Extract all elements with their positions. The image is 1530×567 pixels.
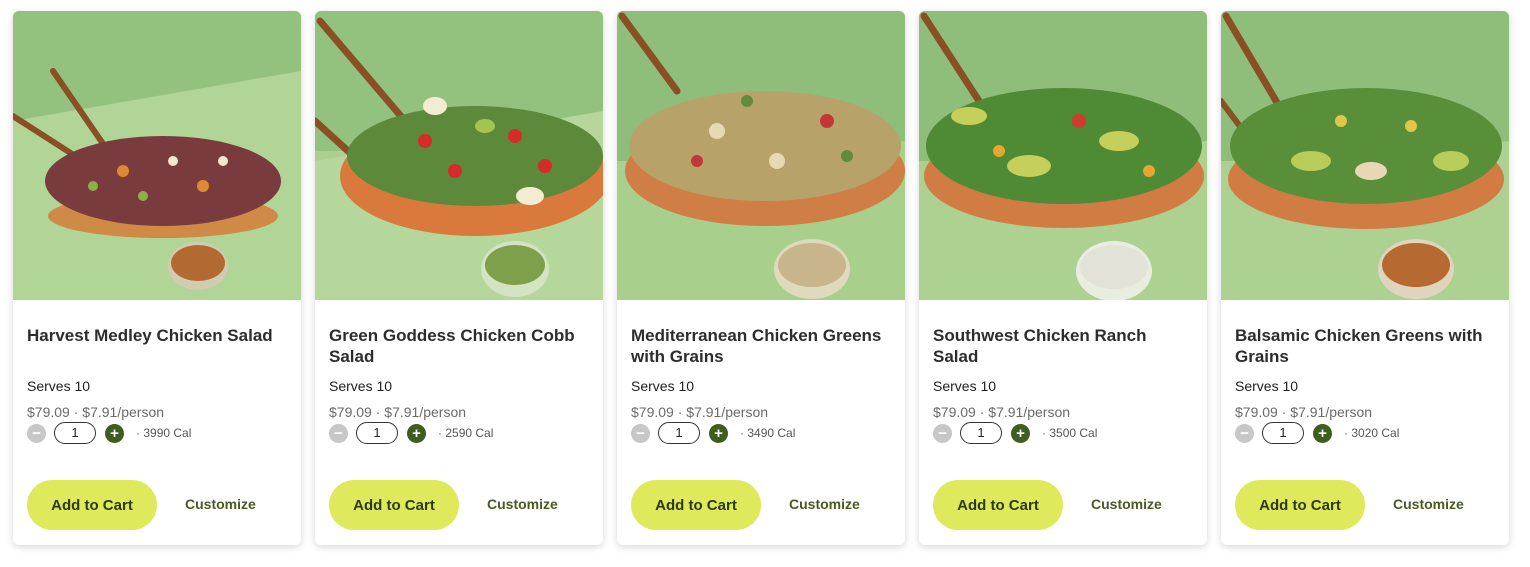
product-image[interactable]: [13, 11, 301, 300]
add-to-cart-button[interactable]: Add to Cart: [329, 480, 459, 530]
separator: ·: [73, 404, 79, 420]
product-image[interactable]: [1221, 11, 1509, 300]
minus-icon[interactable]: −: [329, 423, 348, 443]
product-title[interactable]: Mediterranean Chicken Greens with Grains: [631, 325, 893, 367]
plus-icon[interactable]: +: [709, 423, 728, 443]
separator: ·: [979, 404, 985, 420]
product-card: Balsamic Chicken Greens with Grains Serv…: [1221, 11, 1509, 545]
calories: 3020 Cal: [1351, 426, 1400, 440]
customize-link[interactable]: Customize: [185, 496, 256, 512]
product-title[interactable]: Harvest Medley Chicken Salad: [27, 325, 289, 346]
price-line: $79.09 · $7.91/person: [329, 404, 466, 420]
quantity-input[interactable]: 1: [1262, 422, 1304, 444]
product-title[interactable]: Green Goddess Chicken Cobb Salad: [329, 325, 591, 367]
product-image[interactable]: [617, 11, 905, 300]
serves-text: Serves 10: [631, 378, 695, 394]
serves-text: Serves 10: [1235, 378, 1299, 394]
price: $79.09: [329, 404, 372, 420]
customize-link[interactable]: Customize: [487, 496, 558, 512]
calories: 2590 Cal: [445, 426, 494, 440]
price-per-person: $7.91/person: [82, 404, 165, 420]
product-grid: Harvest Medley Chicken Salad Serves 10 $…: [0, 0, 1530, 545]
product-title[interactable]: Balsamic Chicken Greens with Grains: [1235, 325, 1497, 367]
price-line: $79.09 · $7.91/person: [933, 404, 1070, 420]
quantity-stepper: − 1 + · 2590 Cal: [329, 421, 493, 445]
price: $79.09: [27, 404, 70, 420]
minus-icon[interactable]: −: [933, 423, 952, 443]
price: $79.09: [933, 404, 976, 420]
product-image[interactable]: [919, 11, 1207, 300]
add-to-cart-button[interactable]: Add to Cart: [27, 480, 157, 530]
product-card: Southwest Chicken Ranch Salad Serves 10 …: [919, 11, 1207, 545]
serves-text: Serves 10: [933, 378, 997, 394]
plus-icon[interactable]: +: [1313, 423, 1332, 443]
separator: ·: [375, 404, 381, 420]
plus-icon[interactable]: +: [1011, 423, 1030, 443]
separator: ·: [1281, 404, 1287, 420]
separator: ·: [438, 426, 442, 440]
calories-text: · 3990 Cal: [136, 426, 191, 440]
calories-text: · 2590 Cal: [438, 426, 493, 440]
serves-text: Serves 10: [27, 378, 91, 394]
minus-icon[interactable]: −: [27, 423, 46, 443]
price-line: $79.09 · $7.91/person: [1235, 404, 1372, 420]
price: $79.09: [1235, 404, 1278, 420]
quantity-input[interactable]: 1: [658, 422, 700, 444]
price-line: $79.09 · $7.91/person: [631, 404, 768, 420]
product-image[interactable]: [315, 11, 603, 300]
add-to-cart-button[interactable]: Add to Cart: [933, 480, 1063, 530]
add-to-cart-button[interactable]: Add to Cart: [631, 480, 761, 530]
quantity-input[interactable]: 1: [54, 422, 96, 444]
separator: ·: [1344, 426, 1348, 440]
calories: 3490 Cal: [747, 426, 796, 440]
quantity-input[interactable]: 1: [356, 422, 398, 444]
price-line: $79.09 · $7.91/person: [27, 404, 164, 420]
quantity-stepper: − 1 + · 3490 Cal: [631, 421, 795, 445]
quantity-input[interactable]: 1: [960, 422, 1002, 444]
customize-link[interactable]: Customize: [789, 496, 860, 512]
product-title[interactable]: Southwest Chicken Ranch Salad: [933, 325, 1195, 367]
plus-icon[interactable]: +: [407, 423, 426, 443]
minus-icon[interactable]: −: [631, 423, 650, 443]
price-per-person: $7.91/person: [988, 404, 1071, 420]
quantity-stepper: − 1 + · 3500 Cal: [933, 421, 1097, 445]
product-card: Harvest Medley Chicken Salad Serves 10 $…: [13, 11, 301, 545]
minus-icon[interactable]: −: [1235, 423, 1254, 443]
serves-text: Serves 10: [329, 378, 393, 394]
separator: ·: [677, 404, 683, 420]
calories-text: · 3020 Cal: [1344, 426, 1399, 440]
customize-link[interactable]: Customize: [1091, 496, 1162, 512]
price-per-person: $7.91/person: [384, 404, 467, 420]
price: $79.09: [631, 404, 674, 420]
calories: 3990 Cal: [143, 426, 192, 440]
price-per-person: $7.91/person: [1290, 404, 1373, 420]
separator: ·: [740, 426, 744, 440]
quantity-stepper: − 1 + · 3990 Cal: [27, 421, 191, 445]
product-card: Green Goddess Chicken Cobb Salad Serves …: [315, 11, 603, 545]
calories-text: · 3500 Cal: [1042, 426, 1097, 440]
quantity-stepper: − 1 + · 3020 Cal: [1235, 421, 1399, 445]
customize-link[interactable]: Customize: [1393, 496, 1464, 512]
separator: ·: [136, 426, 140, 440]
product-card: Mediterranean Chicken Greens with Grains…: [617, 11, 905, 545]
separator: ·: [1042, 426, 1046, 440]
add-to-cart-button[interactable]: Add to Cart: [1235, 480, 1365, 530]
price-per-person: $7.91/person: [686, 404, 769, 420]
calories-text: · 3490 Cal: [740, 426, 795, 440]
plus-icon[interactable]: +: [105, 423, 124, 443]
calories: 3500 Cal: [1049, 426, 1098, 440]
